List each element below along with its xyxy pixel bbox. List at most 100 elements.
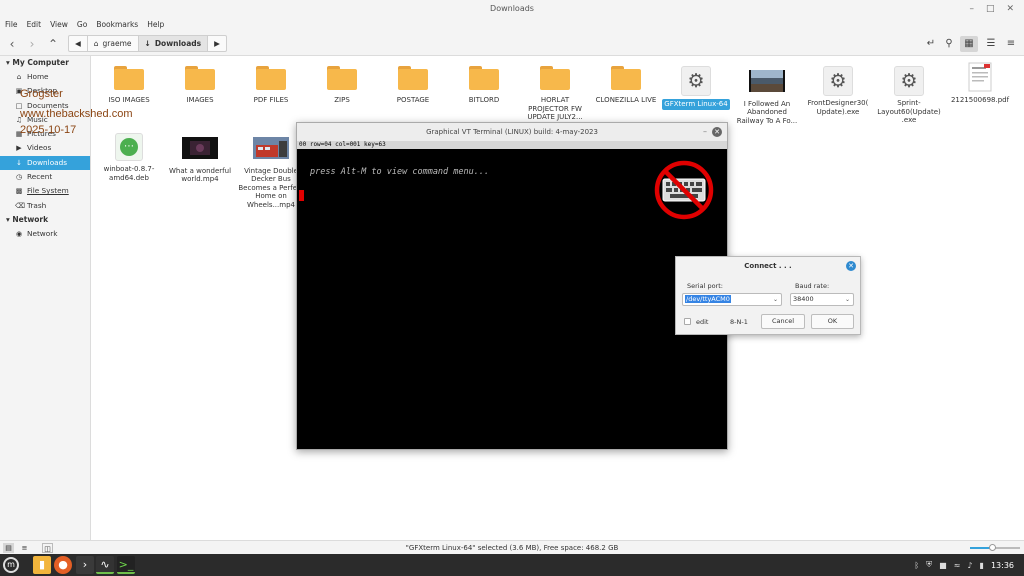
- trash-icon: ⌫: [15, 201, 25, 210]
- menu-bookmarks[interactable]: Bookmarks: [96, 18, 138, 32]
- network-icon: ◉: [15, 229, 23, 238]
- battery-icon[interactable]: ▮: [980, 561, 984, 570]
- folder-icon: [611, 66, 641, 90]
- download-icon: ↓: [144, 39, 151, 48]
- cancel-button[interactable]: Cancel: [761, 314, 805, 329]
- breadcrumb-downloads[interactable]: ↓ Downloads: [138, 36, 209, 51]
- baud-rate-label: Baud rate:: [795, 282, 830, 290]
- breadcrumb-prev-icon[interactable]: ◀: [69, 36, 88, 51]
- menu-file[interactable]: File: [5, 18, 18, 32]
- sidebar-item-trash[interactable]: ⌫ Trash: [0, 199, 90, 213]
- close-icon[interactable]: ✕: [846, 261, 856, 271]
- file-item[interactable]: IMAGES: [166, 66, 234, 105]
- file-item-selected[interactable]: ⚙ GFXterm Linux-64: [662, 66, 730, 110]
- terminal-titlebar[interactable]: Graphical VT Terminal (LINUX) build: 4-m…: [297, 123, 727, 141]
- pdf-document-icon: [968, 62, 992, 92]
- file-item[interactable]: ZIPS: [308, 66, 376, 105]
- file-item[interactable]: PDF FILES: [237, 66, 305, 105]
- video-thumbnail-icon: [749, 70, 785, 92]
- terminal-icon[interactable]: ›: [76, 556, 94, 574]
- baud-rate-combo[interactable]: 38400 ⌄: [790, 293, 854, 306]
- sidebar-item-network[interactable]: ◉ Network: [0, 227, 90, 241]
- forward-icon[interactable]: ›: [24, 36, 40, 52]
- menu-go[interactable]: Go: [77, 18, 87, 32]
- watermark-date: 2025-10-17: [20, 124, 77, 136]
- zoom-slider[interactable]: [970, 544, 1020, 551]
- file-item[interactable]: I Followed An Abandoned Railway To A Fo.…: [733, 66, 801, 125]
- minimize-icon[interactable]: –: [969, 0, 974, 18]
- serial-port-value: /dev/ttyACM0: [685, 295, 731, 303]
- location-toggle-icon[interactable]: ↵: [922, 36, 940, 52]
- file-item[interactable]: ⋯ winboat-0.8.7-amd64.deb: [95, 133, 163, 182]
- minimize-icon[interactable]: –: [703, 123, 707, 141]
- wifi-icon[interactable]: ≈: [954, 561, 961, 570]
- terminal-window[interactable]: Graphical VT Terminal (LINUX) build: 4-m…: [296, 122, 728, 450]
- breadcrumb-home[interactable]: ⌂ graeme: [88, 36, 139, 51]
- sidebar-item-recent[interactable]: ◷ Recent: [0, 170, 90, 184]
- gear-icon: ⚙: [681, 66, 711, 96]
- file-item[interactable]: ISO IMAGES: [95, 66, 163, 105]
- dialog-titlebar[interactable]: Connect . . . ✕: [676, 257, 860, 275]
- menu-view[interactable]: View: [50, 18, 68, 32]
- file-item[interactable]: ⚙ FrontDesigner30( Update).exe: [804, 66, 872, 116]
- shield-icon[interactable]: ⛨: [926, 560, 932, 570]
- gear-icon: ⚙: [823, 66, 853, 96]
- file-item[interactable]: POSTAGE: [379, 66, 447, 105]
- folder-icon: [327, 66, 357, 90]
- menu-edit[interactable]: Edit: [27, 18, 42, 32]
- file-item[interactable]: BITLORD: [450, 66, 518, 105]
- clock-icon: ◷: [15, 173, 23, 182]
- menu-help[interactable]: Help: [147, 18, 164, 32]
- format-label: 8-N-1: [730, 318, 748, 326]
- edit-label: edit: [696, 318, 709, 326]
- close-icon[interactable]: ✕: [712, 127, 722, 137]
- firefox-icon[interactable]: ●: [54, 556, 72, 574]
- file-item[interactable]: Vintage Double Decker Bus Becomes a Perf…: [237, 133, 305, 209]
- breadcrumb: ◀ ⌂ graeme ↓ Downloads ▶: [68, 35, 227, 52]
- folder-icon: [469, 66, 499, 90]
- file-item[interactable]: HORLAT PROJECTOR FW UPDATE JULY2...: [521, 66, 589, 122]
- edit-checkbox[interactable]: [684, 318, 691, 325]
- terminal-status-line: 00 row=04 col=001 key=63: [297, 141, 727, 149]
- file-item[interactable]: 2121500698.pdf: [946, 62, 1014, 105]
- volume-icon[interactable]: ♪: [967, 561, 972, 570]
- system-monitor-icon[interactable]: ∿: [96, 556, 114, 574]
- files-app-icon[interactable]: ▮: [33, 556, 51, 574]
- bluetooth-icon[interactable]: ᛒ: [914, 561, 919, 570]
- status-text: "GFXterm Linux-64" selected (3.6 MB), Fr…: [405, 544, 619, 552]
- folder-icon: [256, 66, 286, 90]
- folder-icon: [540, 66, 570, 90]
- clock[interactable]: 13:36: [991, 561, 1014, 570]
- sidebar-item-downloads[interactable]: ↓ Downloads: [0, 155, 90, 171]
- window-title: Downloads: [490, 4, 534, 13]
- serial-port-label: Serial port:: [687, 282, 723, 290]
- sidebar-item-home[interactable]: ⌂ Home: [0, 70, 90, 84]
- folder-icon: [398, 66, 428, 90]
- ok-button[interactable]: OK: [811, 314, 854, 329]
- taskbar: m ▮ ● › ∿ >_ ᛒ ⛨ ■ ≈ ♪ ▮ 13:36: [0, 554, 1024, 576]
- terminal-cursor: [299, 190, 304, 201]
- maximize-icon[interactable]: □: [986, 0, 995, 18]
- sidebar-item-file-system[interactable]: ▩ File System: [0, 184, 90, 198]
- video-thumbnail-icon: [182, 137, 218, 159]
- icon-view-icon[interactable]: ▦: [960, 36, 978, 52]
- gfxterm-icon[interactable]: >_: [117, 556, 135, 574]
- sidebar-header-my-computer[interactable]: ▾ My Computer: [0, 56, 90, 70]
- compact-view-icon[interactable]: ≡: [1002, 36, 1020, 52]
- file-item[interactable]: What a wonderful world.mp4: [166, 133, 234, 184]
- file-item[interactable]: CLONEZILLA LIVE: [592, 66, 660, 105]
- search-icon[interactable]: ⚲: [940, 36, 958, 52]
- updates-icon[interactable]: ■: [939, 561, 947, 570]
- connect-dialog[interactable]: Connect . . . ✕ Serial port: Baud rate: …: [675, 256, 861, 335]
- back-icon[interactable]: ‹: [4, 36, 20, 52]
- file-item[interactable]: ⚙ Sprint-Layout60(Update) .exe: [875, 66, 943, 125]
- sidebar-item-videos[interactable]: ▶ Videos: [0, 141, 90, 155]
- serial-port-combo[interactable]: /dev/ttyACM0 ⌄: [682, 293, 782, 306]
- up-icon[interactable]: ⌃: [45, 36, 61, 52]
- close-icon[interactable]: ✕: [1006, 0, 1014, 18]
- sidebar-header-network[interactable]: ▾ Network: [0, 213, 90, 227]
- mint-menu-icon[interactable]: m: [3, 557, 19, 573]
- terminal-title: Graphical VT Terminal (LINUX) build: 4-m…: [426, 128, 598, 136]
- breadcrumb-next-icon[interactable]: ▶: [208, 36, 226, 51]
- list-view-icon[interactable]: ☰: [982, 36, 1000, 52]
